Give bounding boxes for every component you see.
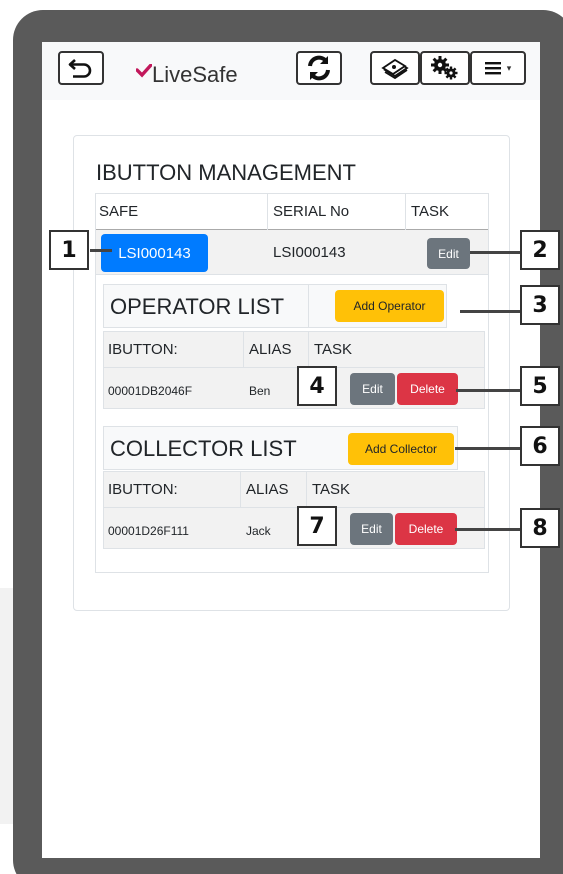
gears-icon xyxy=(431,56,458,80)
divider xyxy=(306,472,307,508)
collector-table: IBUTTON: ALIAS TASK 00001D26F111 Jack Ed… xyxy=(103,471,485,549)
settings-button[interactable] xyxy=(420,51,470,85)
operator-table: IBUTTON: ALIAS TASK 00001DB2046F Ben Edi… xyxy=(103,331,485,409)
operator-alias: Ben xyxy=(249,384,271,398)
column-header-serial: SERIAL No xyxy=(273,203,350,220)
callout-line xyxy=(470,251,524,254)
column-header-alias: ALIAS xyxy=(246,481,289,498)
logo-text: LiveSafe xyxy=(152,62,238,87)
divider xyxy=(96,274,488,275)
operator-section-header: OPERATOR LIST Add Operator xyxy=(103,284,447,328)
callout-marker-7: 7 xyxy=(297,506,337,546)
callout-marker-3: 3 xyxy=(520,285,560,325)
refresh-button[interactable] xyxy=(296,51,342,85)
callout-line xyxy=(460,310,522,313)
serial-value: LSI000143 xyxy=(273,244,346,261)
menu-dropdown-button[interactable]: ▾ xyxy=(470,51,526,85)
operator-ibutton-id: 00001DB2046F xyxy=(108,384,193,398)
checkmark-icon xyxy=(135,63,153,86)
back-icon xyxy=(68,59,92,78)
column-header-ibutton: IBUTTON: xyxy=(108,481,178,498)
ibutton-management-card: IBUTTON MANAGEMENT SAFE SERIAL No TASK L… xyxy=(73,135,510,611)
operator-list-title: OPERATOR LIST xyxy=(110,294,285,319)
callout-marker-1: 1 xyxy=(49,230,89,270)
operator-edit-button[interactable]: Edit xyxy=(350,373,395,405)
top-navbar: LiveSafe ▾ xyxy=(42,42,540,100)
callout-marker-5: 5 xyxy=(520,366,560,406)
cash-icon xyxy=(381,58,409,80)
safe-edit-button[interactable]: Edit xyxy=(427,238,470,269)
callout-marker-6: 6 xyxy=(520,426,560,466)
safe-table: SAFE SERIAL No TASK LSI000143 LSI000143 … xyxy=(95,193,489,573)
callout-line xyxy=(455,528,522,531)
safe-select-button[interactable]: LSI000143 xyxy=(101,234,208,272)
add-operator-button[interactable]: Add Operator xyxy=(335,290,444,322)
caret-down-icon: ▾ xyxy=(506,62,512,73)
callout-line xyxy=(456,389,522,392)
livesafe-logo: LiveSafe xyxy=(135,56,238,87)
page-title: IBUTTON MANAGEMENT xyxy=(96,160,356,185)
column-header-task: TASK xyxy=(411,203,450,220)
column-header-ibutton: IBUTTON: xyxy=(108,341,178,358)
collector-alias: Jack xyxy=(246,524,271,538)
menu-icon xyxy=(484,62,501,75)
column-header-task: TASK xyxy=(314,341,353,358)
callout-marker-8: 8 xyxy=(520,508,560,548)
divider xyxy=(308,285,309,327)
collector-delete-button[interactable]: Delete xyxy=(395,513,457,545)
collector-section-header: COLLECTOR LIST Add Collector xyxy=(103,426,458,470)
collector-edit-button[interactable]: Edit xyxy=(350,513,393,545)
add-collector-button[interactable]: Add Collector xyxy=(348,433,454,465)
column-header-task: TASK xyxy=(312,481,351,498)
divider xyxy=(308,332,309,368)
collector-list-title: COLLECTOR LIST xyxy=(110,436,297,461)
callout-line xyxy=(90,249,112,252)
refresh-icon xyxy=(308,55,330,81)
collector-ibutton-id: 00001D26F111 xyxy=(108,524,189,538)
operator-delete-button[interactable]: Delete xyxy=(397,373,458,405)
back-button[interactable] xyxy=(58,51,104,85)
app-screen: LiveSafe ▾ IBUTTON MANAGEMENT SAFE SERIA… xyxy=(42,42,540,858)
callout-marker-4: 4 xyxy=(297,366,337,406)
cash-button[interactable] xyxy=(370,51,420,85)
callout-line xyxy=(455,447,522,450)
column-header-safe: SAFE xyxy=(99,203,139,220)
column-header-alias: ALIAS xyxy=(249,341,292,358)
callout-marker-2: 2 xyxy=(520,230,560,270)
